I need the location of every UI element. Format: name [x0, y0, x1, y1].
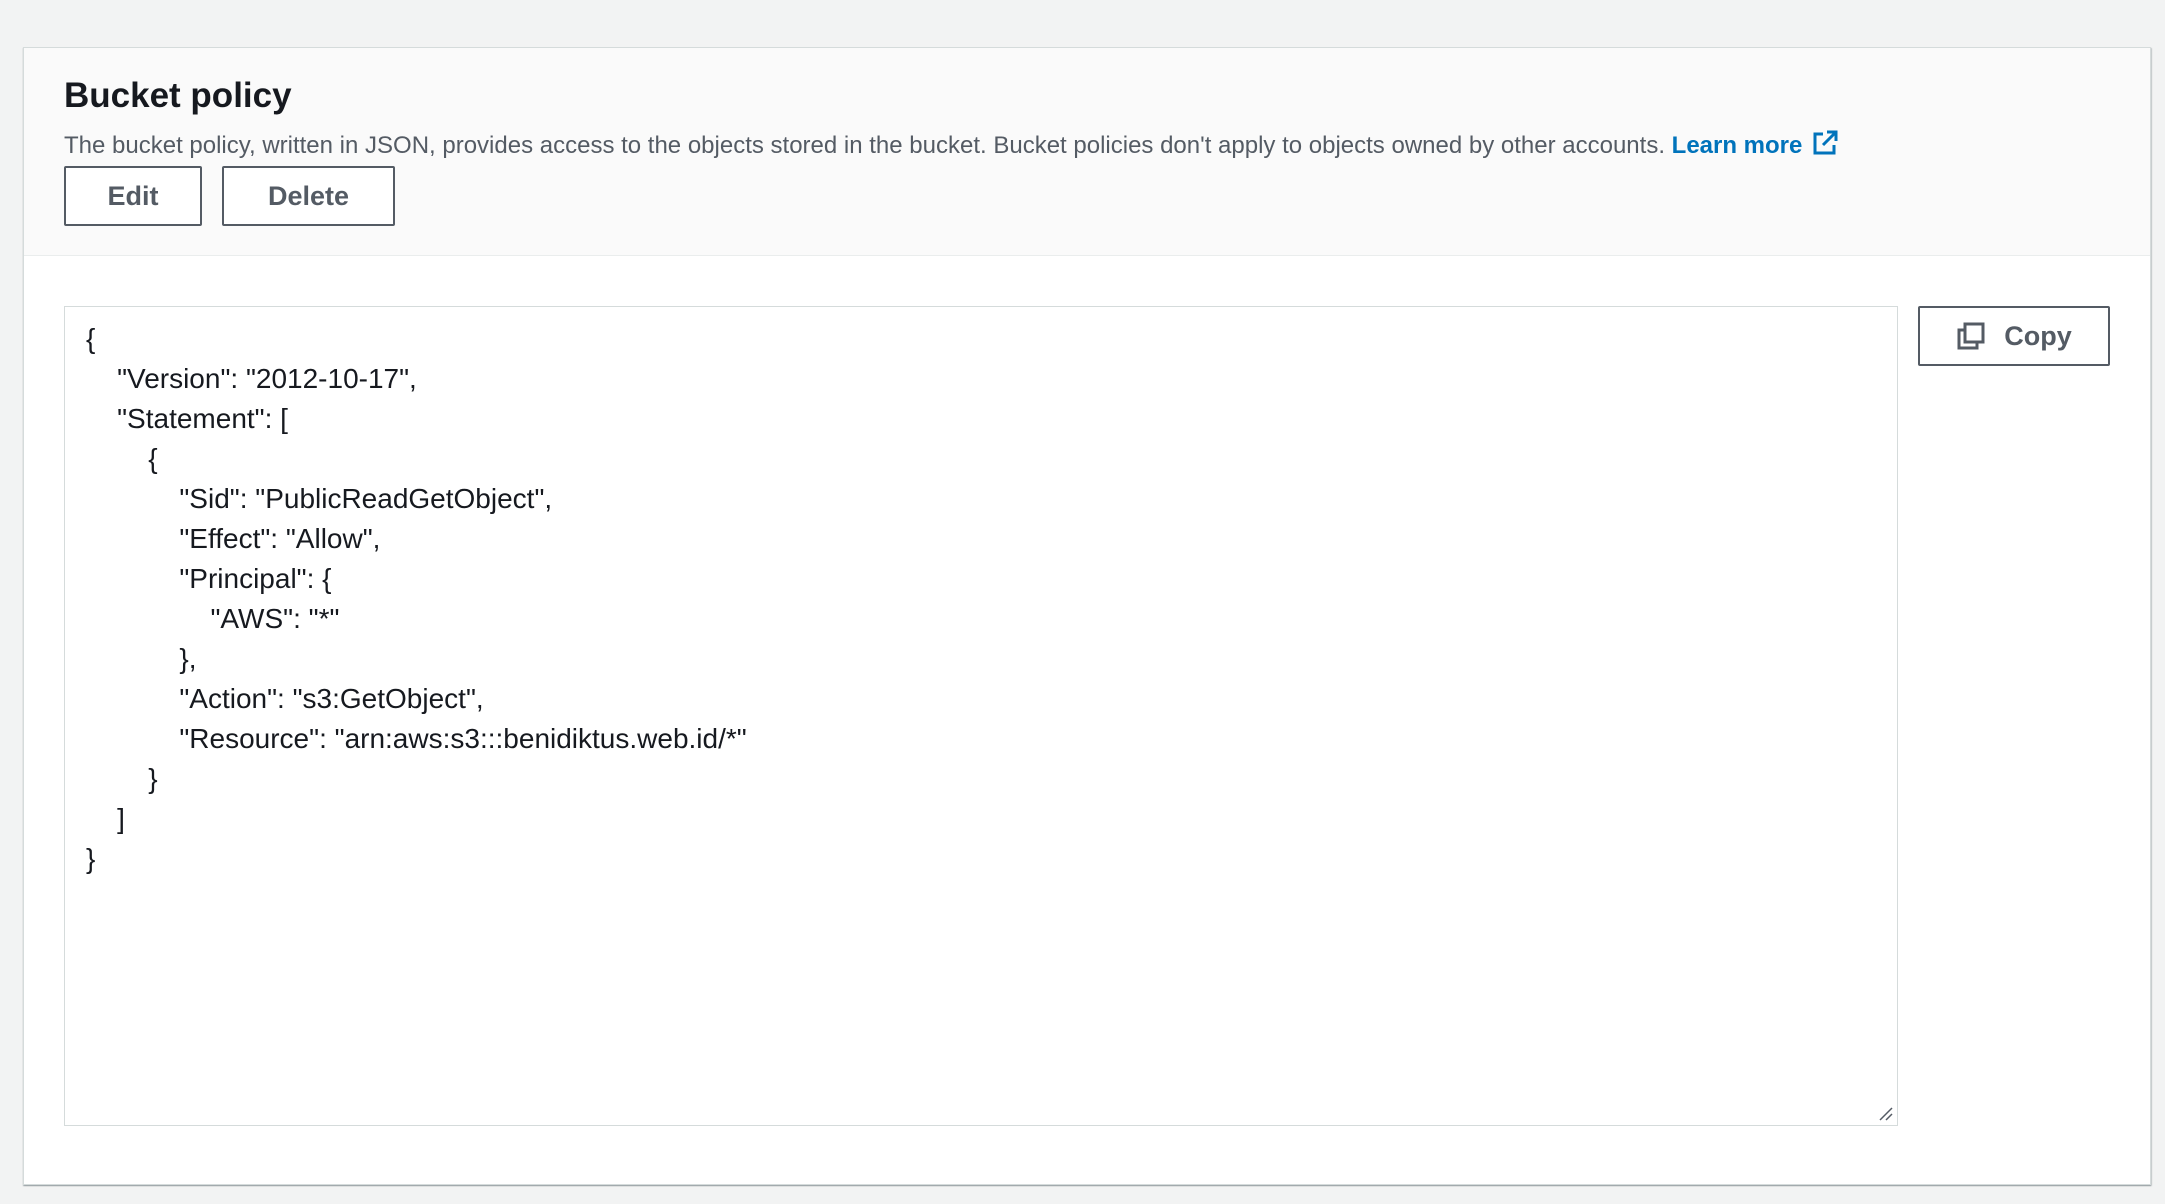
learn-more-link[interactable]: Learn more — [1671, 130, 1841, 159]
copy-label: Copy — [2004, 320, 2072, 351]
panel-title: Bucket policy — [64, 76, 292, 115]
policy-code-area[interactable]: { "Version": "2012-10-17", "Statement": … — [64, 306, 1898, 1126]
copy-icon — [1957, 322, 1985, 350]
policy-json-text: { "Version": "2012-10-17", "Statement": … — [86, 323, 747, 874]
bucket-policy-panel: Bucket policy The bucket policy, written… — [23, 47, 2151, 1185]
learn-more-label: Learn more — [1671, 132, 1803, 159]
copy-button[interactable]: Copy — [1918, 306, 2110, 366]
delete-button[interactable]: Delete — [222, 166, 395, 226]
resize-handle-icon[interactable] — [1877, 1105, 1893, 1121]
edit-button[interactable]: Edit — [64, 166, 202, 226]
external-link-icon — [1813, 130, 1838, 155]
description-text: The bucket policy, written in JSON, prov… — [64, 132, 1665, 159]
panel-header: Bucket policy The bucket policy, written… — [24, 48, 2150, 256]
panel-description: The bucket policy, written in JSON, prov… — [64, 128, 1840, 161]
